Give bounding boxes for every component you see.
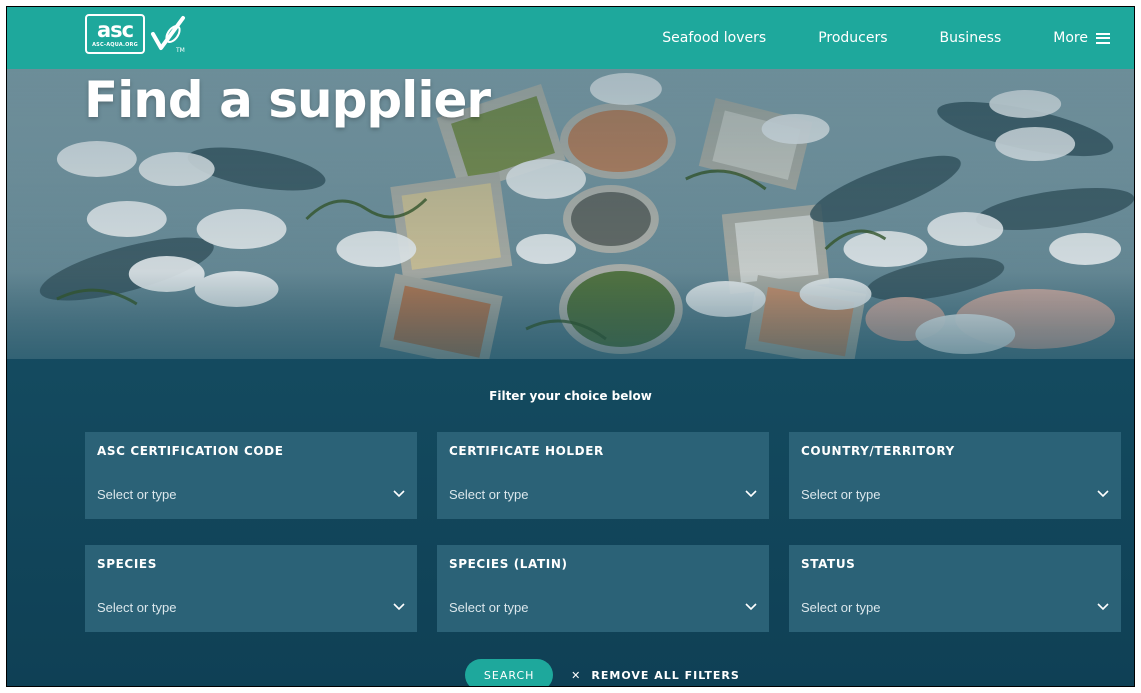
filter-species[interactable]: SPECIES Select or type xyxy=(85,545,417,632)
filter-label: ASC CERTIFICATION CODE xyxy=(97,444,284,458)
country-territory-select[interactable]: Select or type xyxy=(801,484,1109,504)
species-latin-select[interactable]: Select or type xyxy=(449,597,757,617)
filter-species-latin[interactable]: SPECIES (LATIN) Select or type xyxy=(437,545,769,632)
fish-check-icon: TM xyxy=(151,16,185,54)
chevron-down-icon xyxy=(745,490,757,498)
select-placeholder: Select or type xyxy=(801,486,881,502)
chevron-down-icon xyxy=(1097,490,1109,498)
filter-heading: Filter your choice below xyxy=(489,389,652,403)
species-select[interactable]: Select or type xyxy=(97,597,405,617)
select-placeholder: Select or type xyxy=(801,599,881,615)
asc-logo[interactable]: asc ASC-AQUA.ORG TM xyxy=(85,12,195,56)
chevron-down-icon xyxy=(745,603,757,611)
filter-status[interactable]: STATUS Select or type xyxy=(789,545,1121,632)
filter-label: COUNTRY/TERRITORY xyxy=(801,444,955,458)
page-frame: asc ASC-AQUA.ORG TM Seafood lovers Produ… xyxy=(6,6,1135,687)
logo-domain: ASC-AQUA.ORG xyxy=(92,42,138,48)
page-title: Find a supplier xyxy=(84,71,491,129)
close-icon: ✕ xyxy=(571,668,582,682)
nav-more-button[interactable]: More xyxy=(1053,30,1110,46)
select-placeholder: Select or type xyxy=(449,599,529,615)
hamburger-menu-icon xyxy=(1096,32,1110,44)
chevron-down-icon xyxy=(1097,603,1109,611)
nav-more-label: More xyxy=(1053,30,1088,46)
filter-label: SPECIES xyxy=(97,557,157,571)
top-nav: asc ASC-AQUA.ORG TM Seafood lovers Produ… xyxy=(7,7,1134,69)
chevron-down-icon xyxy=(393,603,405,611)
certification-code-select[interactable]: Select or type xyxy=(97,484,405,504)
logo-tm: TM xyxy=(175,47,185,54)
chevron-down-icon xyxy=(393,490,405,498)
select-placeholder: Select or type xyxy=(97,486,177,502)
logo-text: asc xyxy=(96,18,134,42)
status-select[interactable]: Select or type xyxy=(801,597,1109,617)
nav-business[interactable]: Business xyxy=(940,30,1002,46)
filter-grid: ASC CERTIFICATION CODE Select or type CE… xyxy=(85,432,1121,632)
filter-label: STATUS xyxy=(801,557,856,571)
logo-wordmark: asc ASC-AQUA.ORG xyxy=(85,14,145,54)
filter-label: CERTIFICATE HOLDER xyxy=(449,444,604,458)
filter-actions: SEARCH ✕ REMOVE ALL FILTERS xyxy=(7,659,1134,686)
filter-country-territory[interactable]: COUNTRY/TERRITORY Select or type xyxy=(789,432,1121,519)
filter-certification-code[interactable]: ASC CERTIFICATION CODE Select or type xyxy=(85,432,417,519)
search-button[interactable]: SEARCH xyxy=(465,659,554,686)
remove-filters-label: REMOVE ALL FILTERS xyxy=(591,668,740,682)
remove-all-filters-button[interactable]: ✕ REMOVE ALL FILTERS xyxy=(571,669,740,682)
nav-producers[interactable]: Producers xyxy=(818,30,887,46)
select-placeholder: Select or type xyxy=(97,599,177,615)
select-placeholder: Select or type xyxy=(449,486,529,502)
hero-banner: Find a supplier xyxy=(7,69,1134,359)
certificate-holder-select[interactable]: Select or type xyxy=(449,484,757,504)
nav-seafood-lovers[interactable]: Seafood lovers xyxy=(662,30,766,46)
filter-label: SPECIES (LATIN) xyxy=(449,557,568,571)
nav-links: Seafood lovers Producers Business More xyxy=(662,7,1110,69)
filter-certificate-holder[interactable]: CERTIFICATE HOLDER Select or type xyxy=(437,432,769,519)
